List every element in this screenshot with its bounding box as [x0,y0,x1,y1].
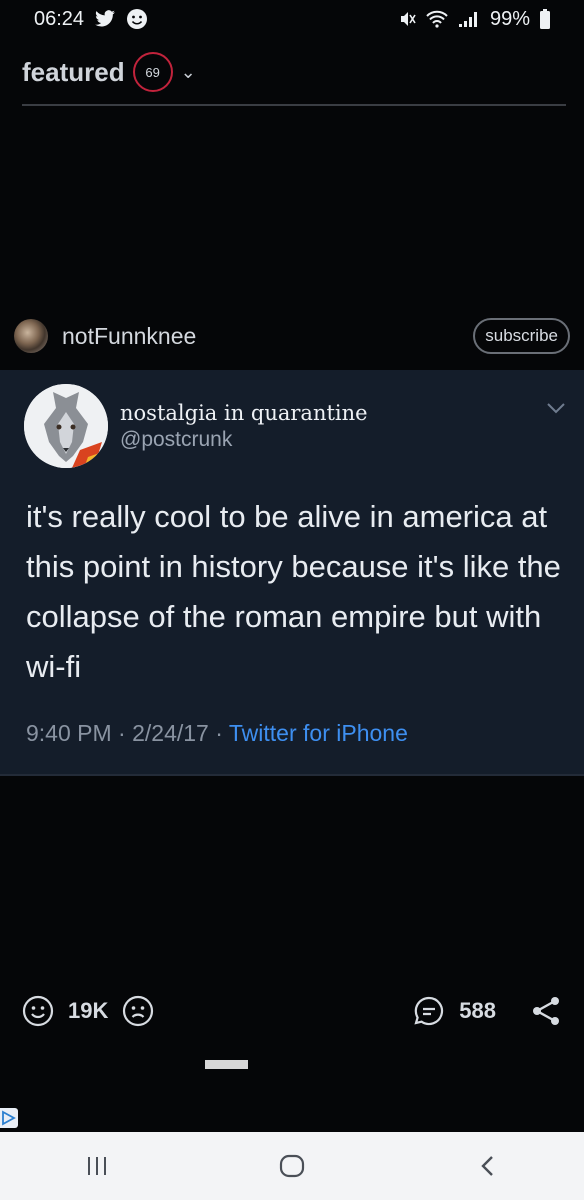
tweet-date: 2/24/17 [132,720,209,746]
smile-icon[interactable] [22,995,54,1027]
chevron-down-icon [546,402,566,414]
back-icon[interactable] [452,1141,522,1191]
ad-choices-icon[interactable] [0,1108,18,1128]
feed-selector[interactable]: featured 69 ⌄ [22,52,566,92]
tweet-meta: 9:40 PM · 2/24/17 · Twitter for iPhone [26,720,408,747]
status-bar: 06:24 99% [0,0,584,38]
post-actions: 19K 588 [22,988,562,1034]
system-nav-bar [0,1132,584,1200]
share-icon[interactable] [530,995,562,1027]
meta-separator: · [215,720,223,746]
chevron-down-icon[interactable]: ⌄ [181,62,196,83]
twitter-icon [94,10,116,28]
comment-count[interactable]: 588 [459,998,496,1024]
status-time: 06:24 [34,7,85,30]
tweet-handle: @postcrunk [120,428,233,451]
smiley-notification-icon [126,8,148,30]
author-name[interactable]: notFunnknee [62,323,196,350]
post-author[interactable]: notFunnknee [14,319,196,353]
status-left: 06:24 [34,8,148,31]
tweet-display-name: nostalgia in quarantine [120,401,368,425]
notification-badge[interactable]: 69 [132,52,173,92]
subscribe-button[interactable]: subscribe [473,318,570,354]
feed-header: featured 69 ⌄ [22,52,566,106]
wifi-icon [426,10,448,28]
upvote-count: 19K [68,998,109,1023]
mute-icon [398,9,416,29]
meta-separator: · [118,720,126,746]
vote-group: 19K [22,995,154,1027]
comment-share-group: 588 [413,995,562,1027]
ad-image[interactable] [205,1060,248,1069]
tweet-source: Twitter for iPhone [228,720,408,746]
tweet-time: 9:40 PM [26,720,112,746]
feed-title: featured [22,56,125,87]
signal-icon [458,10,480,28]
post-author-row: notFunnknee subscribe [14,318,570,354]
battery-percent: 99% [489,7,530,30]
tweet-avatar [24,384,108,468]
recent-apps-icon[interactable] [62,1141,132,1191]
status-right: 99% [398,8,550,31]
frown-icon[interactable] [122,995,154,1027]
tweet-text: it's really cool to be alive in america … [26,499,561,684]
avatar[interactable] [14,319,48,353]
comment-icon[interactable] [413,995,445,1027]
tweet-screenshot: nostalgia in quarantine @postcrunk it's … [0,370,584,776]
home-icon[interactable] [257,1141,327,1191]
battery-icon [540,9,550,29]
